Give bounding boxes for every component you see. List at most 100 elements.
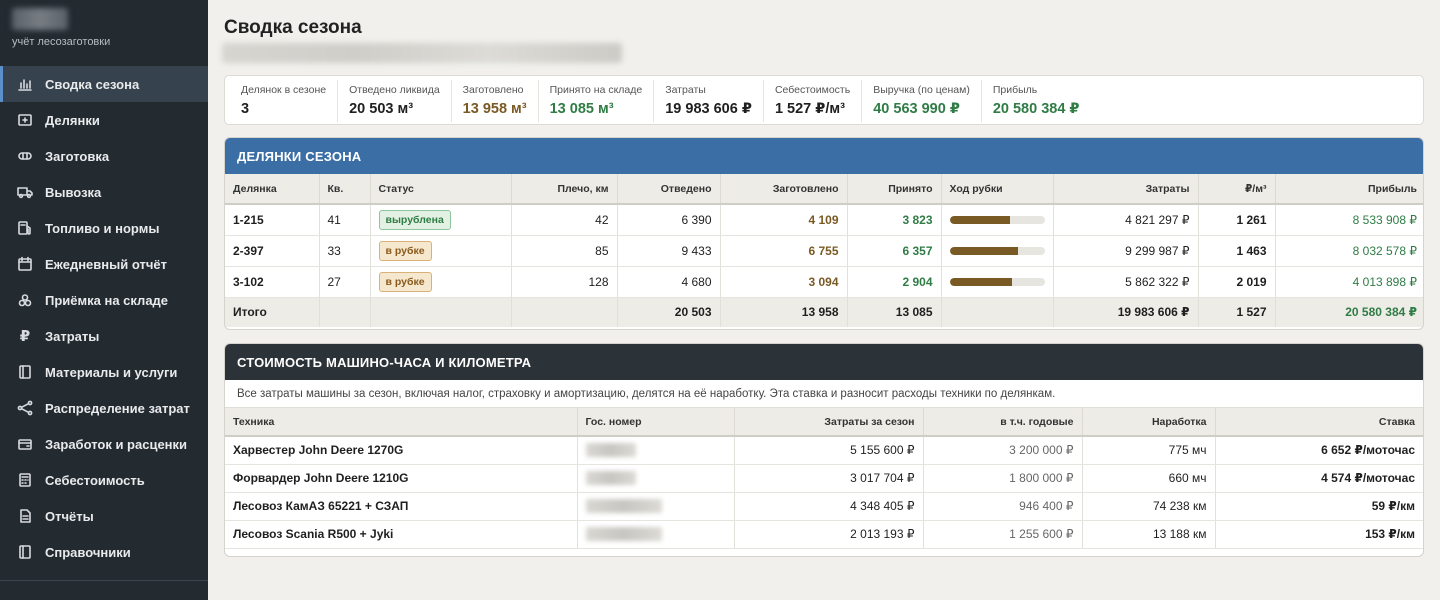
brand-logo-redacted [12,8,68,30]
fuel-icon [16,219,34,237]
sidebar-item-directories[interactable]: Справочники [0,534,208,570]
plot-profit: 8 533 908 ₽ [1275,204,1423,236]
status-badge: в рубке [378,271,432,292]
plate-redacted [585,471,636,485]
progress-fill [949,277,1013,286]
machine-usage: 74 238 км [1082,492,1216,521]
col-status[interactable]: Статус [370,174,512,205]
sidebar-item-plots[interactable]: Делянки [0,102,208,138]
sidebar-item-unit-cost[interactable]: Себестоимость [0,462,208,498]
wallet-icon [16,435,34,453]
plot-per-m3: 1 261 [1198,204,1276,236]
plot-per-m3: 2 019 [1198,266,1276,298]
col-accepted[interactable]: Принято [847,174,942,205]
machines-header-row: Техника Гос. номер Затраты за сезон в т.… [225,408,1423,437]
sidebar-item-label: Вывозка [45,184,102,200]
col-profit[interactable]: Прибыль [1275,174,1423,205]
table-row[interactable]: Харвестер John Deere 1270G 5 155 600 ₽ 3… [225,436,1423,465]
plot-allotted: 6 390 [617,204,721,236]
table-row[interactable]: 2-397 33 в рубке 85 9 433 6 755 6 357 9 … [225,235,1423,267]
total-harvested: 13 958 [720,297,848,327]
sidebar-item-label: Сводка сезона [45,76,140,92]
plot-accepted: 6 357 [847,235,942,267]
book-icon [16,363,34,381]
plot-per-m3: 1 463 [1198,235,1276,267]
sidebar-item-materials[interactable]: Материалы и услуги [0,354,208,390]
sidebar-item-earnings[interactable]: Заработок и расценки [0,426,208,462]
col-plate[interactable]: Гос. номер [577,408,735,437]
plot-name[interactable]: 3-102 [225,266,320,298]
progress-fill [949,246,1018,255]
machine-annual: 1 800 000 ₽ [923,464,1083,493]
col-annual[interactable]: в т.ч. годовые [923,408,1083,437]
plot-profit: 4 013 898 ₽ [1275,266,1423,298]
sidebar-item-warehouse[interactable]: Приёмка на складе [0,282,208,318]
stat-allotted-volume: Отведено ликвида 20 503 м³ [338,80,452,122]
table-row[interactable]: 3-102 27 в рубке 128 4 680 3 094 2 904 5… [225,266,1423,298]
sidebar-item-costs[interactable]: ₽ Затраты [0,318,208,354]
plot-progress-cell [941,235,1054,267]
plot-name[interactable]: 1-215 [225,204,320,236]
sidebar-item-cost-allocation[interactable]: Распределение затрат [0,390,208,426]
machine-annual: 1 255 600 ₽ [923,520,1083,549]
progress-bar [949,215,1045,224]
table-row[interactable]: Форвардер John Deere 1210G 3 017 704 ₽ 1… [225,464,1423,493]
sidebar-item-harvest[interactable]: Заготовка [0,138,208,174]
plot-costs: 5 862 322 ₽ [1053,266,1199,298]
status-badge: вырублена [378,209,451,230]
table-row[interactable]: Лесовоз Scania R500 + Jyki 2 013 193 ₽ 1… [225,520,1423,549]
sidebar-item-label: Топливо и нормы [45,220,160,236]
col-usage[interactable]: Наработка [1082,408,1216,437]
plot-status-cell: вырублена [370,204,512,236]
col-machine[interactable]: Техника [225,408,578,437]
progress-bar [949,246,1045,255]
machine-name: Лесовоз Scania R500 + Jyki [225,520,578,549]
plots-panel: ДЕЛЯНКИ СЕЗОНА Делянка Кв. Статус Плечо,… [224,137,1424,330]
sidebar-item-hauling[interactable]: Вывозка [0,174,208,210]
sidebar-item-label: Затраты [45,328,100,344]
col-season-costs[interactable]: Затраты за сезон [734,408,924,437]
sidebar-item-reports[interactable]: Отчёты [0,498,208,534]
col-kv[interactable]: Кв. [319,174,371,205]
machine-plate [577,520,735,549]
machine-costs: 2 013 193 ₽ [734,520,924,549]
total-allotted: 20 503 [617,297,721,327]
stat-harvested-volume: Заготовлено 13 958 м³ [452,80,539,122]
col-allotted[interactable]: Отведено [617,174,721,205]
col-per-m3[interactable]: ₽/м³ [1198,174,1276,205]
sidebar-item-cutoff[interactable] [0,580,208,600]
machines-note: Все затраты машины за сезон, включая нал… [225,380,1423,408]
col-plot[interactable]: Делянка [225,174,320,205]
share-icon [16,399,34,417]
calendar-icon [16,255,34,273]
machine-plate [577,492,735,521]
sidebar: учёт лесозаготовки Сводка сезона Делянки… [0,0,208,600]
table-row[interactable]: 1-215 41 вырублена 42 6 390 4 109 3 823 … [225,204,1423,236]
col-arm[interactable]: Плечо, км [511,174,618,205]
sidebar-item-fuel[interactable]: Топливо и нормы [0,210,208,246]
plate-redacted [585,527,662,541]
sidebar-item-label: Ежедневный отчёт [45,256,167,272]
sidebar-item-daily-report[interactable]: Ежедневный отчёт [0,246,208,282]
main-content: Сводка сезона Делянок в сезоне 3 Отведен… [208,0,1440,600]
col-progress[interactable]: Ход рубки [941,174,1054,205]
col-rate[interactable]: Ставка [1215,408,1423,437]
progress-bar [949,277,1045,286]
col-harvested[interactable]: Заготовлено [720,174,848,205]
sidebar-item-label: Себестоимость [45,472,145,488]
plot-costs: 4 821 297 ₽ [1053,204,1199,236]
machine-plate [577,464,735,493]
plate-redacted [585,443,636,458]
table-row[interactable]: Лесовоз КамАЗ 65221 + СЗАП 4 348 405 ₽ 9… [225,492,1423,521]
plate-redacted [585,499,662,513]
truck-icon [16,183,34,201]
col-costs[interactable]: Затраты [1053,174,1199,205]
sidebar-item-label: Заготовка [45,148,110,164]
total-empty [319,297,371,327]
totals-row: Итого 20 503 13 958 13 085 19 983 606 ₽ … [225,297,1423,327]
sidebar-item-season-summary[interactable]: Сводка сезона [0,66,208,102]
plot-allotted: 4 680 [617,266,721,298]
plot-name[interactable]: 2-397 [225,235,320,267]
plot-allotted: 9 433 [617,235,721,267]
machine-costs: 5 155 600 ₽ [734,436,924,465]
